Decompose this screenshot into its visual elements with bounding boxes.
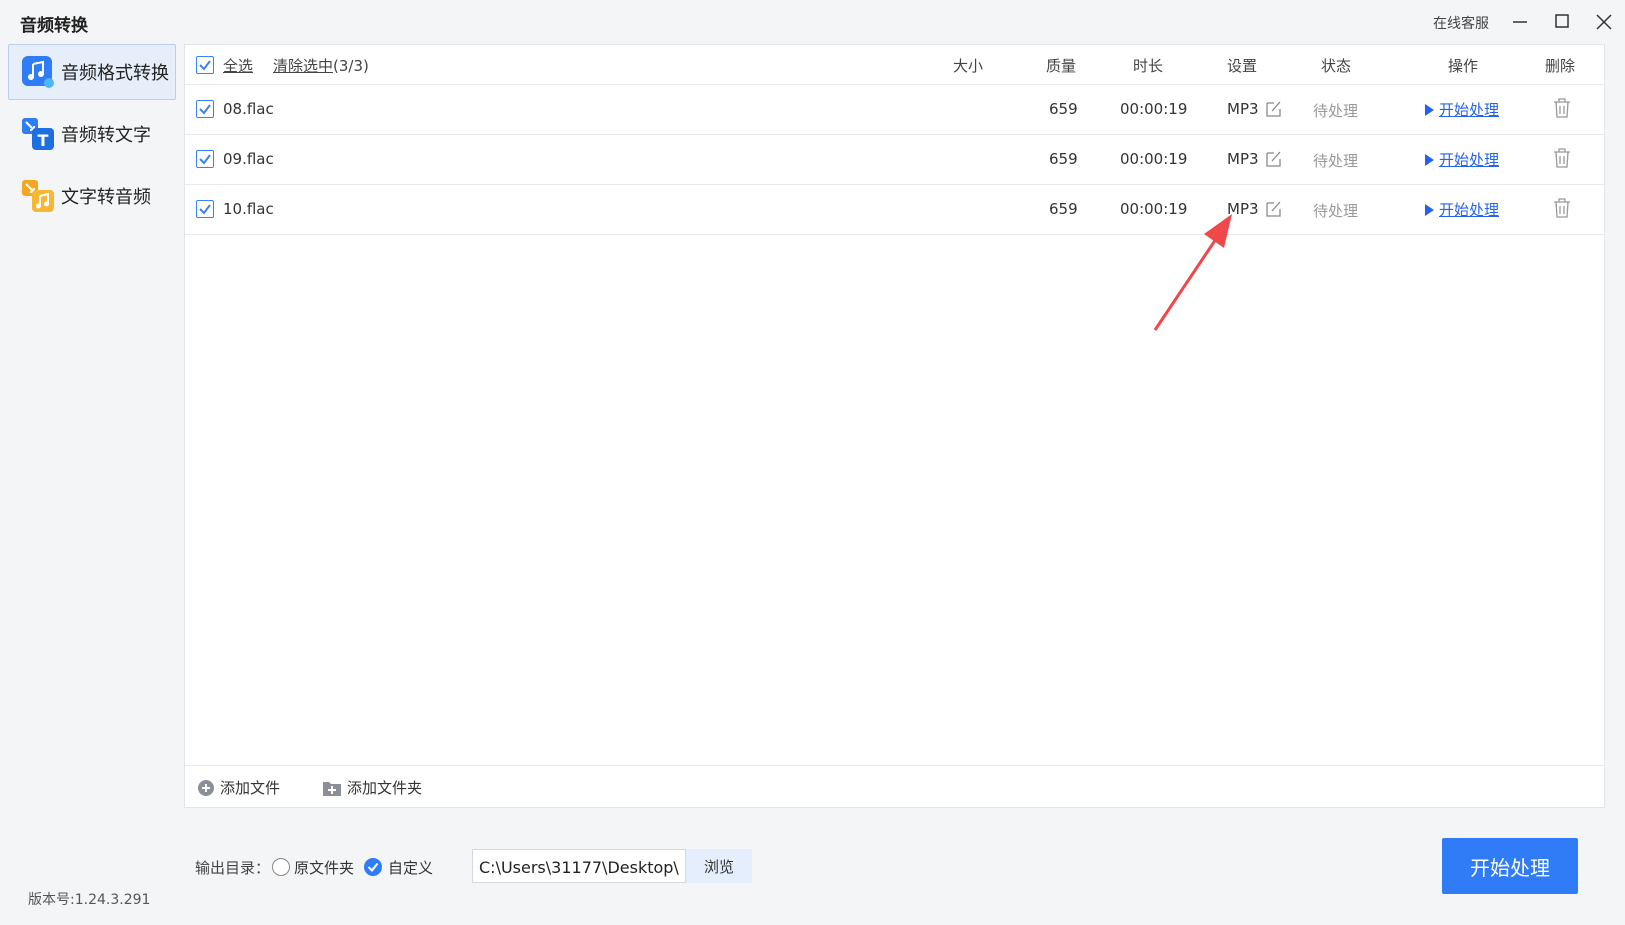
row-checkbox[interactable]	[196, 200, 214, 218]
play-icon[interactable]	[1425, 154, 1434, 166]
check-icon	[367, 862, 379, 873]
check-icon	[199, 154, 211, 165]
col-size: 大小	[953, 57, 984, 75]
col-quality: 质量	[1046, 57, 1077, 75]
folder-plus-icon	[323, 781, 341, 796]
output-format: MP3	[1227, 200, 1259, 218]
version-label: 版本号:1.24.3.291	[28, 892, 151, 908]
trash-icon[interactable]	[1553, 98, 1571, 118]
col-action: 操作	[1448, 57, 1479, 75]
sidebar-item-label: 音频转文字	[61, 125, 151, 146]
minimize-icon	[1513, 21, 1527, 23]
file-list-panel: 全选 清除选中(3/3) 大小 质量 时长 设置 状态 操作 删除 08.fla…	[184, 44, 1605, 808]
sidebar-item-text-to-audio[interactable]: 文字转音频	[8, 168, 176, 224]
file-status: 待处理	[1313, 102, 1359, 120]
radio-custom-folder[interactable]	[364, 858, 382, 876]
sidebar-item-label: 文字转音频	[61, 187, 151, 208]
clear-selected-link[interactable]: 清除选中	[273, 57, 333, 75]
app-title: 音频转换	[20, 16, 88, 36]
play-icon[interactable]	[1425, 104, 1434, 116]
text-to-audio-icon	[22, 180, 54, 212]
check-icon	[199, 204, 211, 215]
text-t-icon: T	[22, 118, 54, 150]
sidebar-item-audio-to-text[interactable]: T 音频转文字	[8, 106, 176, 162]
add-folder-label: 添加文件夹	[347, 779, 423, 797]
radio-original-folder-label[interactable]: 原文件夹	[294, 857, 354, 878]
maximize-icon	[1555, 14, 1569, 28]
add-file-button[interactable]: 添加文件	[197, 777, 280, 798]
sidebar: 音频格式转换 T 音频转文字 文字转音频	[8, 44, 176, 230]
output-format: MP3	[1227, 100, 1259, 118]
close-button[interactable]	[1592, 10, 1616, 34]
file-status: 待处理	[1313, 152, 1359, 170]
start-process-button[interactable]: 开始处理	[1442, 838, 1578, 894]
check-icon	[199, 104, 211, 115]
col-delete: 删除	[1545, 57, 1576, 75]
file-duration: 00:00:19	[1120, 100, 1188, 118]
file-duration: 00:00:19	[1120, 200, 1188, 218]
add-folder-button[interactable]: 添加文件夹	[322, 777, 422, 798]
file-quality: 659	[1049, 150, 1078, 168]
radio-custom-folder-label[interactable]: 自定义	[388, 857, 433, 878]
sidebar-item-label: 音频格式转换	[61, 63, 169, 84]
play-icon[interactable]	[1425, 204, 1434, 216]
file-name: 10.flac	[223, 200, 274, 218]
output-format: MP3	[1227, 150, 1259, 168]
online-service-link[interactable]: 在线客服	[1433, 13, 1489, 33]
file-quality: 659	[1049, 200, 1078, 218]
selected-count: (3/3)	[333, 57, 369, 75]
row-checkbox[interactable]	[196, 100, 214, 118]
trash-icon[interactable]	[1553, 198, 1571, 218]
start-process-link[interactable]: 开始处理	[1439, 199, 1499, 220]
start-process-link[interactable]: 开始处理	[1439, 99, 1499, 120]
output-path-input[interactable]	[472, 849, 686, 883]
svg-text:T: T	[38, 131, 49, 150]
add-file-label: 添加文件	[220, 779, 281, 797]
file-name: 08.flac	[223, 100, 274, 118]
file-quality: 659	[1049, 100, 1078, 118]
check-icon	[199, 60, 211, 71]
col-duration: 时长	[1133, 57, 1164, 75]
row-checkbox[interactable]	[196, 150, 214, 168]
edit-icon[interactable]	[1265, 150, 1282, 167]
close-icon	[1596, 14, 1612, 30]
title-bar: 音频转换 在线客服	[0, 0, 1625, 44]
start-process-link[interactable]: 开始处理	[1439, 149, 1499, 170]
select-all-checkbox[interactable]	[196, 56, 214, 74]
table-row[interactable]: 10.flac 659 00:00:19 MP3 待处理 开始处理	[185, 185, 1604, 235]
radio-original-folder[interactable]	[272, 858, 290, 876]
edit-icon[interactable]	[1265, 200, 1282, 217]
browse-button[interactable]: 浏览	[686, 849, 752, 883]
music-note-icon	[22, 56, 54, 88]
file-name: 09.flac	[223, 150, 274, 168]
add-files-bar: 添加文件 添加文件夹	[185, 765, 1604, 808]
file-duration: 00:00:19	[1120, 150, 1188, 168]
select-all-link[interactable]: 全选	[223, 55, 253, 76]
table-row[interactable]: 08.flac 659 00:00:19 MP3 待处理 开始处理	[185, 85, 1604, 135]
col-settings: 设置	[1227, 57, 1258, 75]
maximize-button[interactable]	[1550, 10, 1574, 34]
clear-selected-group: 清除选中(3/3)	[273, 55, 369, 76]
plus-circle-icon	[198, 779, 214, 796]
table-row[interactable]: 09.flac 659 00:00:19 MP3 待处理 开始处理	[185, 135, 1604, 185]
col-status: 状态	[1321, 57, 1352, 75]
table-header: 全选 清除选中(3/3) 大小 质量 时长 设置 状态 操作 删除	[185, 45, 1604, 85]
edit-icon[interactable]	[1265, 100, 1282, 117]
file-status: 待处理	[1313, 202, 1359, 220]
sidebar-item-audio-format-convert[interactable]: 音频格式转换	[8, 44, 176, 100]
minimize-button[interactable]	[1508, 10, 1532, 34]
trash-icon[interactable]	[1553, 148, 1571, 168]
output-dir-label: 输出目录：	[195, 859, 271, 877]
